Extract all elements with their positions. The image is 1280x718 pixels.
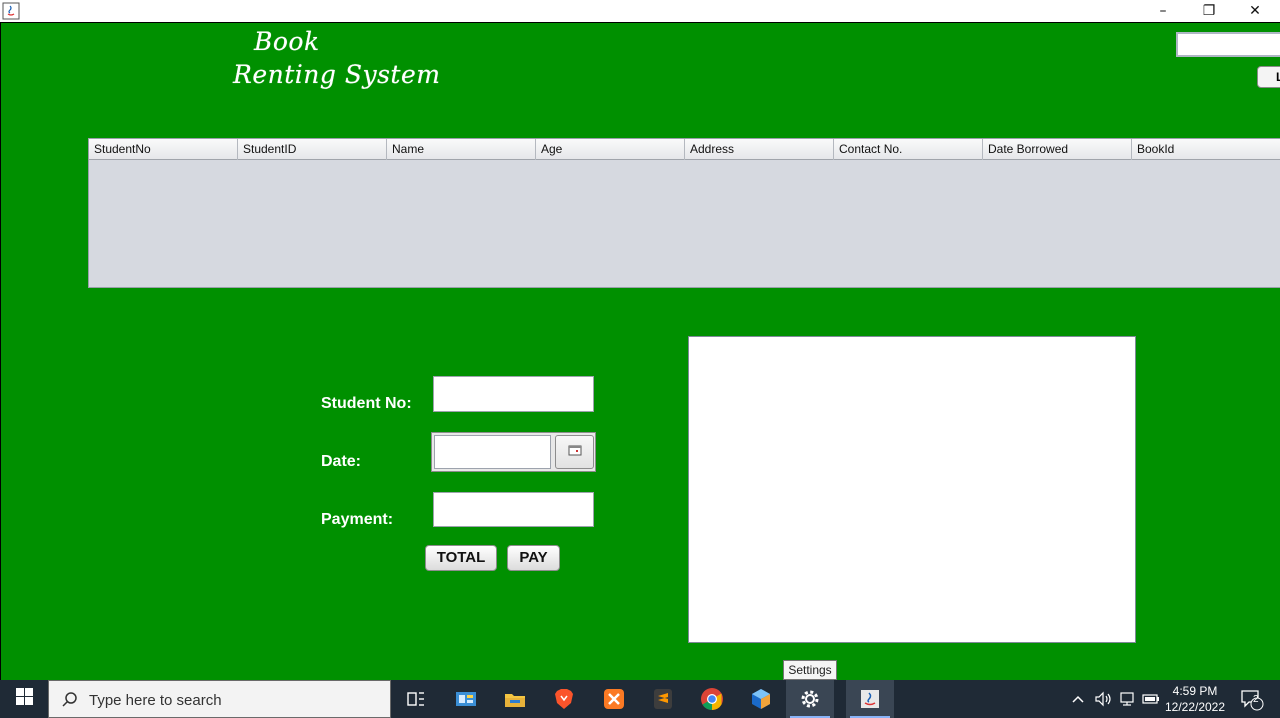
battery-icon[interactable] [1140,680,1162,718]
student-no-label: Student No: [321,395,412,412]
column-header[interactable]: StudentNo [89,139,238,160]
calendar-button[interactable] [555,435,594,469]
taskbar-clock[interactable]: 4:59 PM 12/22/2022 [1160,683,1230,715]
column-header[interactable]: Contact No. [834,139,983,160]
clock-time: 4:59 PM [1172,684,1218,698]
control-panel-icon[interactable] [442,680,490,718]
sublime-text-icon[interactable] [639,680,687,718]
column-header[interactable]: BookId [1132,139,1280,160]
taskbar: Type here to search 4:59 PM 12/22/2022 2 [0,680,1280,718]
search-icon [61,691,79,714]
payment-field[interactable] [433,492,594,527]
pay-button[interactable]: PAY [507,545,560,571]
column-header[interactable]: Address [685,139,834,160]
notification-icon[interactable]: 2 [1236,680,1268,718]
chevron-up-icon[interactable] [1068,680,1088,718]
table-header: StudentNo StudentID Name Age Address Contact … [89,139,1280,160]
network-icon[interactable] [1116,680,1138,718]
windows-icon [15,688,33,710]
payment-label: Payment: [321,511,394,528]
top-right-button[interactable]: L [1257,66,1280,88]
maximize-button[interactable]: ❐ [1186,0,1232,22]
clock-date: 12/22/2022 [1164,700,1226,714]
main-panel: Book Renting System L StudentNoStudentID… [0,23,1280,680]
java-icon [2,2,20,20]
receipt-text-area[interactable] [688,336,1136,643]
student-no-field[interactable] [433,376,594,412]
settings-tooltip: Settings [783,660,837,680]
date-label: Date: [321,453,362,470]
java-app-icon[interactable] [846,680,894,718]
column-header[interactable]: Date Borrowed [983,139,1132,160]
task-view-icon[interactable] [392,680,440,718]
calendar-icon [568,443,582,461]
brave-icon[interactable] [540,680,588,718]
column-header[interactable]: Age [536,139,685,160]
column-header[interactable]: Name [387,139,536,160]
total-button[interactable]: TOTAL [425,545,497,571]
date-field[interactable] [434,435,551,469]
search-input[interactable] [1176,32,1280,57]
netbeans-icon[interactable] [737,680,785,718]
volume-icon[interactable] [1092,680,1114,718]
date-chooser [431,432,596,472]
app-title-line2: Renting System [233,60,441,89]
window-titlebar: – ❐ ✕ [0,0,1280,23]
taskbar-search-box[interactable]: Type here to search [48,680,391,718]
column-header[interactable]: StudentID [238,139,387,160]
search-placeholder: Type here to search [89,692,222,709]
file-explorer-icon[interactable] [491,680,539,718]
start-button[interactable] [0,680,48,718]
close-button[interactable]: ✕ [1232,0,1278,22]
settings-icon[interactable] [786,680,834,718]
notification-count: 2 [1253,694,1259,705]
app-title-line1: Book [254,27,320,56]
minimize-button[interactable]: – [1140,0,1186,22]
xampp-icon[interactable] [590,680,638,718]
chrome-icon[interactable] [688,680,736,718]
records-table[interactable]: StudentNo StudentID Name Age Address Contact … [88,138,1280,288]
